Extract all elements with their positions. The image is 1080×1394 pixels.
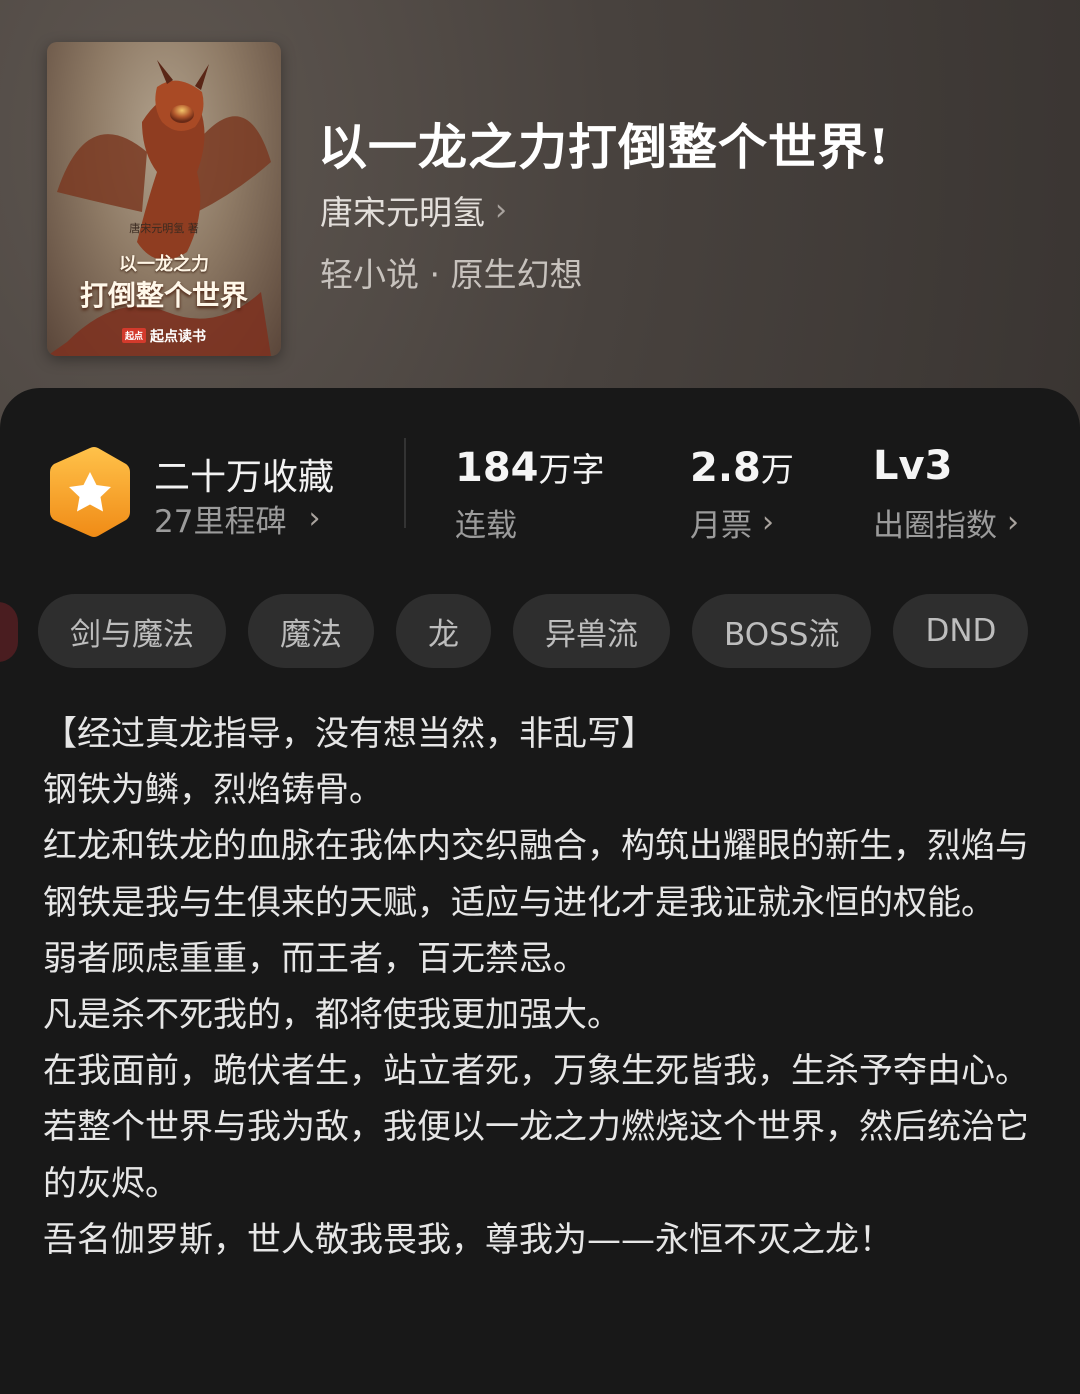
chevron-right-icon: › — [308, 501, 321, 536]
word-count: 184万字 — [455, 443, 605, 491]
monthly-tickets-link[interactable]: 月票 › — [690, 500, 774, 545]
milestones-link[interactable]: 27里程碑 › — [154, 496, 320, 541]
chevron-right-icon: › — [495, 192, 507, 228]
genre-label: 轻小说 · 原生幻想 — [320, 255, 583, 294]
breakout-index-link[interactable]: 出圈指数 › — [873, 500, 1019, 545]
tag-chip[interactable]: 剑与魔法 — [38, 594, 226, 668]
synopsis[interactable]: 【经过真龙指导，没有想当然，非乱写】 钢铁为鳞，烈焰铸骨。 红龙和铁龙的血脉在我… — [43, 706, 1043, 1268]
synopsis-line: 弱者顾虑重重，而王者，百无禁忌。 — [43, 938, 587, 979]
cover-brand: 起点 起点读书 — [47, 326, 281, 346]
book-title: 以一龙之力打倒整个世界! — [318, 118, 891, 176]
divider — [404, 438, 406, 528]
side-indicator — [0, 602, 18, 662]
breakout-level: Lv3 — [873, 443, 953, 489]
monthly-tickets-label: 月票 — [690, 508, 752, 544]
stats-row: 二十万收藏 27里程碑 › 184万字 连载 2.8万 月票 › Lv3 出圈指… — [0, 388, 1080, 548]
collection-count: 二十万收藏 — [154, 457, 335, 498]
brand-mark: 起点 — [121, 328, 146, 343]
star-hexagon-icon — [50, 447, 130, 537]
chevron-right-icon: › — [1007, 505, 1019, 540]
brand-name: 起点读书 — [150, 329, 206, 345]
cover-author: 唐宋元明氢 著 — [129, 222, 199, 235]
cover-subtitle: 以一龙之力 — [119, 254, 209, 275]
serial-status: 连载 — [455, 508, 517, 544]
author-link[interactable]: 唐宋元明氢 › — [320, 186, 507, 234]
synopsis-line: 【经过真龙指导，没有想当然，非乱写】 — [43, 714, 655, 754]
tag-chip[interactable]: 异兽流 — [513, 594, 670, 668]
synopsis-line: 吾名伽罗斯，世人敬我畏我，尊我为——永恒不灭之龙！ — [43, 1219, 893, 1260]
tag-chip[interactable]: BOSS流 — [692, 594, 872, 668]
word-count-value: 184 — [455, 445, 539, 491]
chevron-right-icon: › — [762, 505, 774, 540]
synopsis-line: 在我面前，跪伏者生，站立者死，万象生死皆我，生杀予夺由心。 — [43, 1051, 1029, 1092]
monthly-tickets-unit: 万 — [760, 450, 794, 489]
synopsis-line: 若整个世界与我为敌，我便以一龙之力燃烧这个世界，然后统治它的灰烬。 — [43, 1107, 1029, 1204]
synopsis-line: 红龙和铁龙的血脉在我体内交织融合，构筑出耀眼的新生，烈焰与钢铁是我与生俱来的天赋… — [43, 826, 1029, 923]
monthly-tickets: 2.8万 — [690, 443, 794, 491]
book-info-panel: 二十万收藏 27里程碑 › 184万字 连载 2.8万 月票 › Lv3 出圈指… — [0, 388, 1080, 1394]
synopsis-line: 钢铁为鳞，烈焰铸骨。 — [43, 770, 383, 811]
author-name: 唐宋元明氢 — [320, 193, 485, 232]
monthly-tickets-value: 2.8 — [690, 445, 761, 491]
tag-chip[interactable]: 魔法 — [248, 594, 374, 668]
cover-title: 打倒整个世界 — [79, 279, 248, 312]
tag-chip[interactable]: 龙 — [396, 594, 491, 668]
book-cover[interactable]: 唐宋元明氢 著 以一龙之力 打倒整个世界 起点 起点读书 — [47, 42, 281, 356]
tag-list: 剑与魔法 魔法 龙 异兽流 BOSS流 DND — [38, 594, 1029, 668]
milestones-label: 27里程碑 — [154, 504, 287, 540]
word-count-unit: 万字 — [538, 450, 605, 489]
synopsis-line: 凡是杀不死我的，都将使我更加强大。 — [43, 995, 621, 1036]
breakout-index-label: 出圈指数 — [873, 508, 997, 544]
tag-chip[interactable]: DND — [893, 594, 1029, 668]
